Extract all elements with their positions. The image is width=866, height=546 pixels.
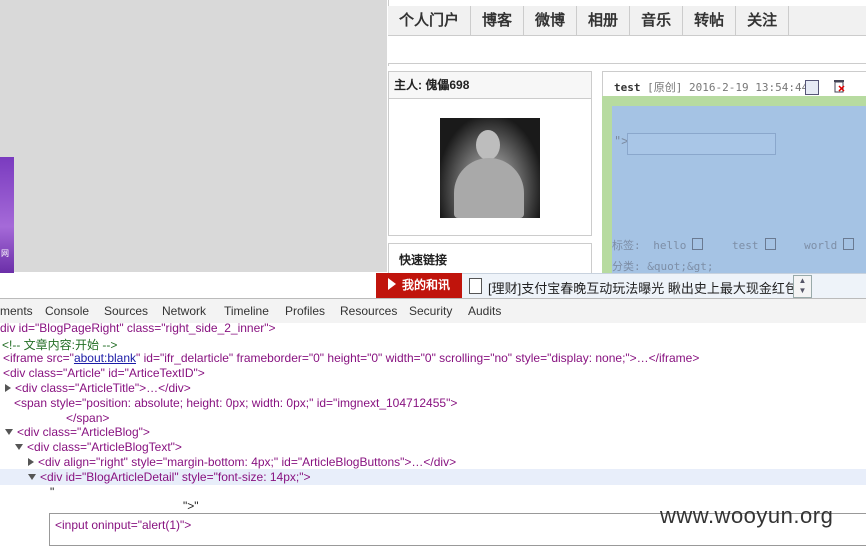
ticker-badge[interactable]: 我的和讯 [376,273,462,298]
tag-icon [764,238,776,250]
dom-line[interactable]: </span> [66,411,109,425]
watermark: www.wooyun.org [660,503,834,528]
document-icon [469,278,482,294]
tag-icon [692,238,704,250]
article-title[interactable]: test [614,81,641,94]
side-banner[interactable]: 网 [0,157,14,273]
tab-network[interactable]: Network [162,304,206,318]
dom-line[interactable]: <div class="ArticleTitle">…</div> [5,381,191,395]
nav-music[interactable]: 音乐 [630,6,684,35]
quicklinks-panel: 快速链接 [388,243,592,274]
dom-line[interactable]: <div class="ArticleBlog"> [5,425,150,439]
tab-sources[interactable]: Sources [104,304,148,318]
tags-label: 标签: [612,239,641,252]
edit-icon[interactable] [805,80,819,95]
collapse-arrow-icon[interactable] [15,444,23,450]
owner-panel: 主人: 傀儡698 [388,71,592,236]
tag-item[interactable]: world [804,239,837,252]
dom-line[interactable]: <span style="position: absolute; height:… [14,396,457,410]
blog-subnav [388,36,866,64]
collapse-arrow-icon[interactable] [5,429,13,435]
side-banner-text: 网 [1,249,9,258]
blog-nav: 个人门户 博客 微博 相册 音乐 转帖 关注 [388,6,866,36]
dom-line-selected[interactable]: <div id="BlogArticleDetail" style="font-… [28,470,311,484]
article-header: test [原创] 2016-2-19 13:54:44] [614,79,815,95]
nav-follow[interactable]: 关注 [736,6,790,35]
tab-console[interactable]: Console [45,304,89,318]
tab-audits[interactable]: Audits [468,304,501,318]
expand-arrow-icon[interactable] [5,384,11,392]
tab-profiles[interactable]: Profiles [285,304,325,318]
article-meta: [原创] 2016-2-19 13:54:44] [647,81,815,94]
tab-elements[interactable]: ments [0,304,33,318]
tag-item[interactable]: test [732,239,759,252]
nav-weibo[interactable]: 微博 [524,6,578,35]
nav-repost[interactable]: 转帖 [683,6,737,35]
edit-field-text: <input oninput="alert(1)"> [55,518,192,532]
tab-resources[interactable]: Resources [340,304,397,318]
dom-text-node[interactable]: ">" [183,499,199,513]
tab-timeline[interactable]: Timeline [224,304,269,318]
dom-line[interactable]: <div class="Article" id="ArticeTextID"> [3,366,205,380]
ticker-scroll-arrows[interactable]: ▲ ▼ [793,275,812,298]
avatar[interactable] [440,118,540,218]
article-tags: 标签: hello test world [612,237,855,253]
dom-line[interactable]: <div align="right" style="margin-bottom:… [28,455,456,469]
iframe-src-link[interactable]: about:blank [74,351,136,365]
owner-name[interactable]: 傀儡698 [425,78,469,92]
nav-blog[interactable]: 博客 [471,6,525,35]
tag-icon [843,238,855,250]
dom-text-node[interactable]: " [50,485,54,499]
quicklinks-title: 快速链接 [399,253,448,267]
ticker-headline[interactable]: [理财]支付宝春晚互动玩法曝光 瞅出史上最大现金红包 [488,278,798,297]
nav-album[interactable]: 相册 [577,6,631,35]
nav-portal[interactable]: 个人门户 [388,6,472,35]
tab-security[interactable]: Security [409,304,452,318]
owner-title: 主人: 傀儡698 [389,72,591,99]
collapse-arrow-icon[interactable] [28,474,36,480]
dom-line[interactable]: <iframe src="about:blank" id="ifr_delart… [3,351,699,365]
article-category: 分类: &quot;&gt; [612,260,714,273]
page-background-left [0,0,387,272]
tag-item[interactable]: hello [653,239,686,252]
dom-line[interactable]: div id="BlogPageRight" class="right_side… [0,321,276,335]
delete-icon[interactable] [833,79,845,93]
dom-line[interactable]: <div class="ArticleBlogText"> [15,440,182,454]
owner-label: 主人: [394,78,422,92]
expand-arrow-icon[interactable] [28,458,34,466]
injected-input-field[interactable] [627,133,776,155]
flag-icon [387,278,396,290]
